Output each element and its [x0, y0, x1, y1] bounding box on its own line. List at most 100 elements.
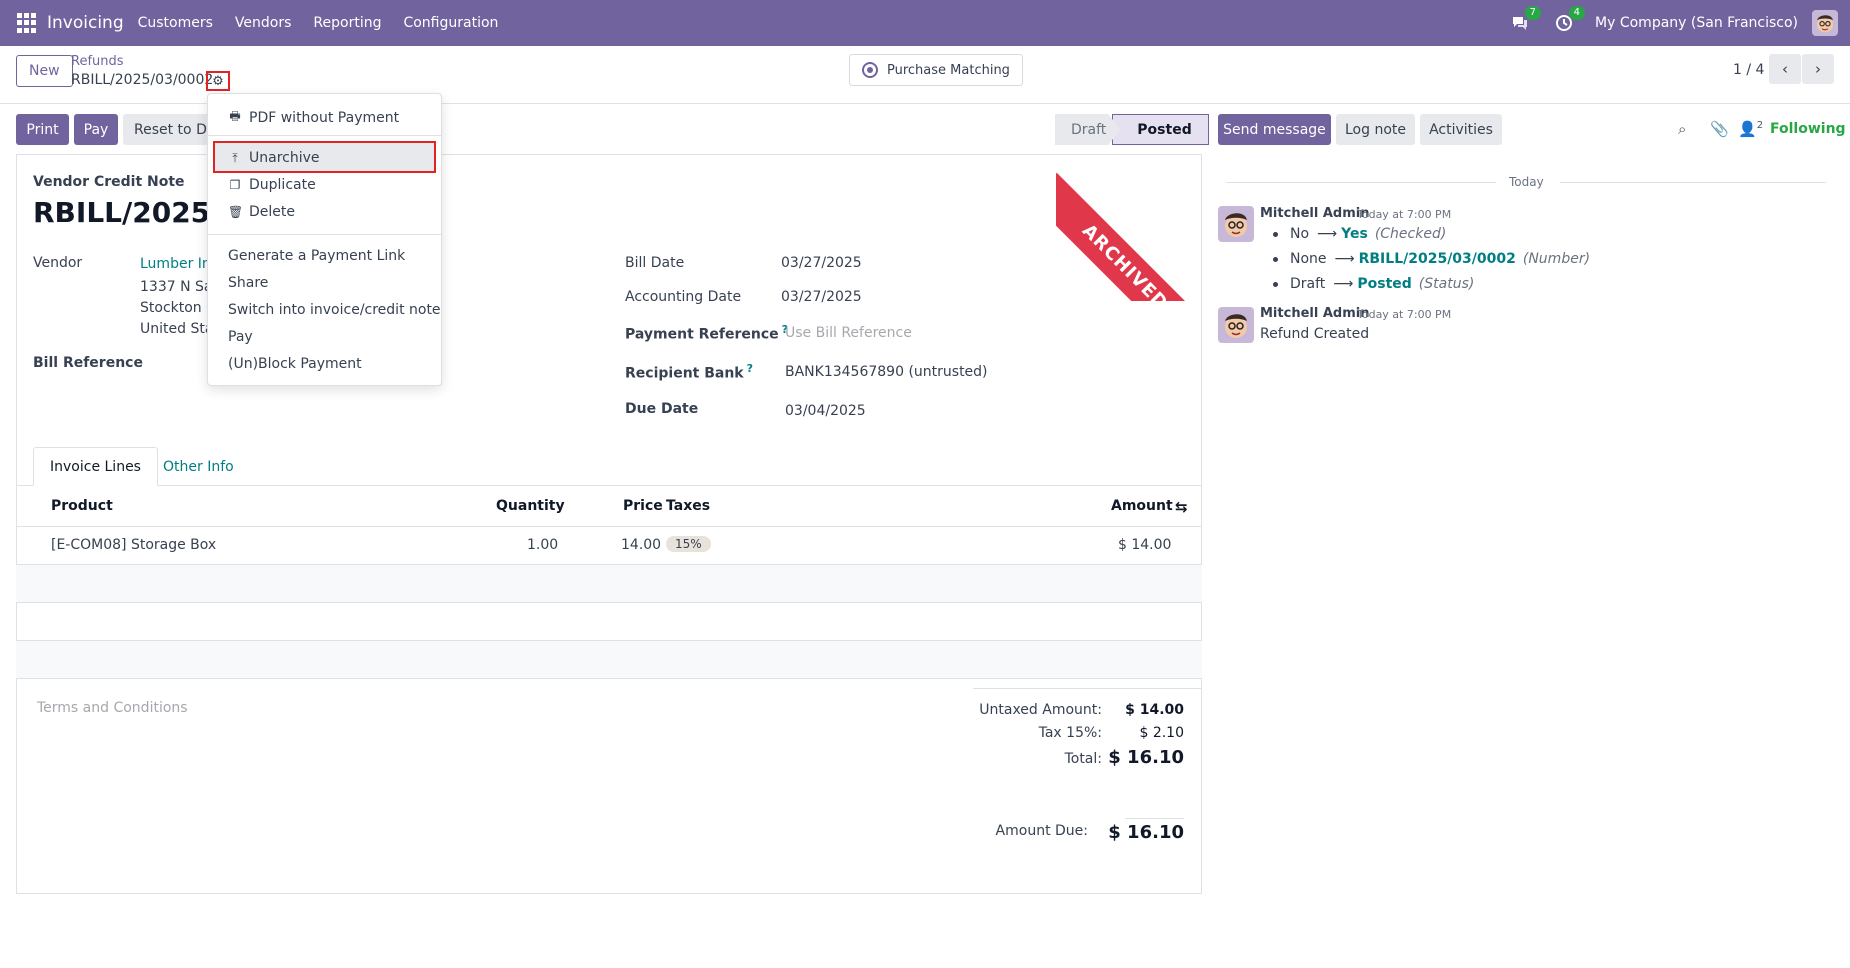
amount-due-label: Amount Due:	[995, 823, 1088, 839]
activities-button[interactable]: Activities	[1420, 114, 1502, 145]
menu-item-payment-link[interactable]: Generate a Payment Link	[228, 248, 405, 264]
purchase-matching-button[interactable]: Purchase Matching	[849, 54, 1023, 86]
avatar[interactable]	[1218, 206, 1254, 242]
due-divider	[1125, 818, 1184, 819]
pay-button[interactable]: Pay	[74, 114, 118, 145]
tab-invoice-lines[interactable]: Invoice Lines	[33, 447, 158, 486]
menu-item-pay[interactable]: Pay	[228, 329, 253, 345]
menu-item-block-payment[interactable]: (Un)Block Payment	[228, 356, 362, 372]
breadcrumb-parent[interactable]: Refunds	[71, 54, 124, 69]
pager-next-button[interactable]: ›	[1802, 54, 1834, 84]
message-author[interactable]: Mitchell Admin	[1260, 206, 1369, 221]
menu-divider	[208, 234, 441, 235]
tab-other-info[interactable]: Other Info	[147, 447, 250, 486]
chevron-right-icon: ›	[1815, 60, 1821, 78]
activities-clock-icon[interactable]: 4	[1551, 6, 1586, 36]
amount-due: $ 16.10	[1108, 822, 1184, 843]
pager-value[interactable]: 1 / 4	[1733, 62, 1764, 78]
col-amount[interactable]: Amount	[1111, 498, 1173, 514]
menu-item-share[interactable]: Share	[228, 275, 268, 291]
help-icon[interactable]: ?	[747, 362, 753, 375]
user-avatar[interactable]	[1812, 10, 1838, 36]
message-time: Today at 7:00 PM	[1357, 308, 1452, 321]
tracking-change: Draft ⟶ Posted (Status)	[1273, 276, 1474, 292]
new-value: Yes	[1341, 226, 1368, 242]
row-quantity: 1.00	[527, 537, 559, 553]
recipient-bank-value[interactable]: BANK134567890 (untrusted)	[785, 364, 988, 380]
menu-item-label: PDF without Payment	[249, 109, 400, 126]
document-type: Vendor Credit Note	[33, 174, 185, 190]
untaxed-label: Untaxed Amount:	[979, 702, 1102, 718]
accounting-date-value[interactable]: 03/27/2025	[781, 289, 862, 305]
menu-vendors[interactable]: Vendors	[235, 15, 291, 31]
print-button[interactable]: Print	[16, 114, 69, 145]
messages-icon[interactable]: 7	[1507, 6, 1542, 36]
document-name: RBILL/2025/03/0002	[33, 196, 213, 229]
followers-icon[interactable]: 👤2	[1738, 120, 1763, 138]
row-divider	[16, 678, 1202, 679]
old-value: No	[1290, 226, 1310, 242]
reset-to-draft-button[interactable]: Reset to Dr	[123, 114, 219, 145]
status-bar: Draft Posted	[1055, 114, 1209, 145]
menu-reporting[interactable]: Reporting	[313, 15, 381, 31]
tracking-change: None ⟶ RBILL/2025/03/0002 (Number)	[1273, 251, 1590, 267]
status-draft[interactable]: Draft	[1055, 114, 1120, 145]
followers-count: 2	[1756, 120, 1764, 131]
col-product[interactable]: Product	[51, 498, 113, 514]
paperclip-icon[interactable]: 📎	[1710, 120, 1729, 138]
recipient-bank-label: Recipient Bank?	[625, 362, 753, 382]
empty-row	[16, 565, 1202, 602]
due-date-label: Due Date	[625, 401, 699, 417]
vendor-address-line3: United Sta	[140, 321, 212, 337]
terms-and-conditions[interactable]: Terms and Conditions	[37, 700, 188, 716]
upload-icon: ⤒	[232, 150, 238, 165]
purchase-matching-label: Purchase Matching	[887, 62, 1010, 78]
row-divider	[16, 526, 1202, 527]
trash-icon: 🗑	[228, 205, 244, 219]
apps-menu-icon[interactable]	[17, 13, 37, 33]
bill-date-value[interactable]: 03/27/2025	[781, 255, 862, 271]
vendor-address-line1: 1337 N San	[140, 279, 212, 295]
new-value: Posted	[1357, 276, 1412, 292]
avatar[interactable]	[1218, 307, 1254, 343]
search-icon[interactable]: ⌕	[1678, 120, 1686, 138]
menu-item-switch[interactable]: Switch into invoice/credit note	[228, 302, 441, 318]
menu-item-pdf-without-payment[interactable]: 🖶 PDF without Payment	[228, 107, 399, 128]
col-price[interactable]: Price	[623, 498, 663, 514]
archived-ribbon: ARCHIVED	[1056, 154, 1203, 301]
menu-item-label: Unarchive	[249, 150, 320, 166]
send-message-button[interactable]: Send message	[1218, 114, 1331, 145]
vendor-name-link[interactable]: Lumber Inc	[140, 256, 212, 272]
target-icon	[862, 62, 878, 78]
gear-dropdown-menu: 🖶 PDF without Payment ⤒ Unarchive ❐ Dupl…	[207, 93, 442, 386]
log-note-button[interactable]: Log note	[1336, 114, 1415, 145]
menu-item-duplicate[interactable]: ❐ Duplicate	[228, 177, 316, 193]
following-button[interactable]: Following	[1770, 121, 1846, 137]
company-switcher[interactable]: My Company (San Francisco)	[1595, 15, 1798, 31]
row-divider	[16, 602, 1202, 603]
row-amount: $ 14.00	[1118, 537, 1172, 553]
menu-item-unarchive[interactable]: ⤒ Unarchive	[228, 150, 320, 166]
gear-icon[interactable]: ⚙	[206, 71, 230, 91]
menu-configuration[interactable]: Configuration	[403, 15, 498, 31]
col-quantity[interactable]: Quantity	[496, 498, 565, 514]
tax-label: Tax 15%:	[1038, 725, 1102, 741]
menu-customers[interactable]: Customers	[138, 15, 213, 31]
row-price: 14.00	[621, 537, 662, 553]
app-name[interactable]: Invoicing	[47, 13, 124, 33]
due-date-value[interactable]: 03/04/2025	[785, 403, 866, 419]
col-taxes[interactable]: Taxes	[666, 498, 710, 514]
status-posted[interactable]: Posted	[1112, 114, 1209, 145]
payment-reference-input[interactable]: Use Bill Reference	[785, 325, 912, 341]
chevron-left-icon: ‹	[1782, 60, 1788, 78]
pager-previous-button[interactable]: ‹	[1769, 54, 1801, 84]
column-settings-icon[interactable]: ⇆	[1175, 498, 1188, 516]
payment-reference-label: Payment Reference?	[625, 323, 788, 343]
new-button[interactable]: New	[16, 55, 73, 87]
menu-item-delete[interactable]: 🗑 Delete	[228, 204, 295, 220]
row-tax-badge: 15%	[666, 536, 711, 552]
arrow-right-icon: ⟶	[1334, 251, 1355, 267]
message-author[interactable]: Mitchell Admin	[1260, 306, 1369, 321]
old-value: None	[1290, 251, 1327, 267]
row-product[interactable]: [E-COM08] Storage Box	[51, 537, 216, 553]
